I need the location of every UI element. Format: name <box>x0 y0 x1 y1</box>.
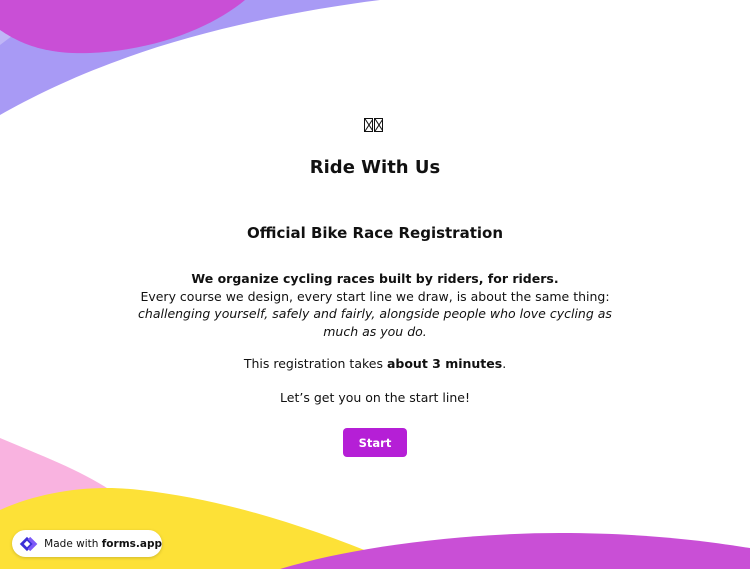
cta-text: Let’s get you on the start line! <box>280 390 470 405</box>
badge-prefix: Made with <box>44 537 102 550</box>
start-button[interactable]: Start <box>343 428 407 457</box>
page-subtitle: Official Bike Race Registration <box>246 224 504 242</box>
duration-prefix: This registration takes <box>243 356 387 371</box>
badge-text: Made with forms.app <box>44 538 162 550</box>
missing-glyph-icon <box>364 118 386 134</box>
description-italic: challenging yourself, safely and fairly,… <box>138 306 612 339</box>
description: We organize cycling races built by rider… <box>128 270 622 340</box>
made-with-badge[interactable]: Made with forms.app <box>12 530 162 557</box>
forms-app-logo-icon <box>19 536 38 551</box>
badge-brand: forms.app <box>101 537 162 550</box>
duration-suffix: . <box>502 356 507 371</box>
page: Ride With Us Official Bike Race Registra… <box>0 0 750 569</box>
description-line: Every course we design, every start line… <box>140 288 610 304</box>
duration-text: This registration takes about 3 minutes. <box>0 356 750 371</box>
duration-emphasis: about 3 minutes <box>386 356 503 371</box>
description-headline: We organize cycling races built by rider… <box>191 271 559 286</box>
page-title: Ride With Us <box>309 157 441 178</box>
